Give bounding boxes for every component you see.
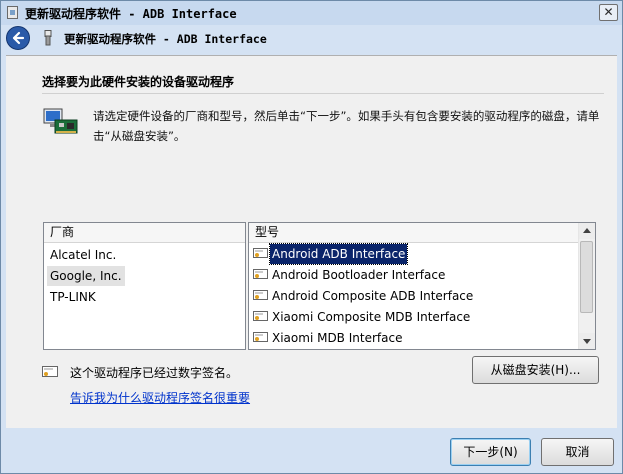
certificate-icon: [253, 269, 268, 279]
certificate-icon: [253, 248, 268, 258]
scroll-up-button[interactable]: [579, 223, 595, 239]
certificate-icon: [253, 311, 268, 321]
model-item-label: Xiaomi MDB Interface: [272, 331, 403, 345]
back-arrow-icon: [12, 31, 25, 45]
signed-certificate-icon: [42, 366, 58, 377]
certificate-icon: [253, 290, 268, 300]
divider: [42, 93, 604, 94]
window-title: 更新驱动程序软件 - ADB Interface: [25, 7, 237, 21]
header-title: 更新驱动程序软件 - ADB Interface: [64, 32, 267, 46]
wizard-content: 选择要为此硬件安装的设备驱动程序 请选定硬件设备的厂商和型号，然后单击“下一步”…: [6, 55, 617, 428]
certificate-icon: [253, 332, 268, 342]
usb-device-icon: [44, 30, 52, 46]
model-list[interactable]: 型号 Android ADB Interface Android Bootloa…: [248, 222, 596, 350]
signature-info-link[interactable]: 告诉我为什么驱动程序签名很重要: [70, 389, 250, 406]
cancel-button[interactable]: 取消: [541, 438, 614, 466]
model-item-label: Android Bootloader Interface: [272, 268, 446, 282]
arrow-up-icon: [583, 228, 591, 233]
manufacturer-item-selected[interactable]: Google, Inc.: [47, 266, 125, 286]
model-item-label: Android Composite ADB Interface: [272, 289, 474, 303]
back-button[interactable]: [6, 26, 30, 50]
manufacturer-list[interactable]: 厂商 Alcatel Inc. Google, Inc. TP-LINK: [43, 222, 246, 350]
manufacturer-column-header: 厂商: [44, 223, 245, 243]
dialog-footer: 下一步(N) 取消: [1, 429, 622, 473]
signature-status-text: 这个驱动程序已经过数字签名。: [70, 366, 239, 380]
wizard-header: 更新驱动程序软件 - ADB Interface: [1, 25, 622, 52]
driver-update-dialog: 更新驱动程序软件 - ADB Interface ✕ 更新驱动程序软件 - AD…: [0, 0, 623, 474]
model-column-header: 型号: [249, 223, 579, 243]
manufacturer-item[interactable]: Alcatel Inc.: [47, 245, 119, 265]
window-app-icon: [7, 6, 18, 19]
have-disk-button[interactable]: 从磁盘安装(H)...: [472, 356, 599, 384]
page-heading: 选择要为此硬件安装的设备驱动程序: [42, 75, 235, 89]
close-button[interactable]: ✕: [599, 4, 618, 21]
model-item-label: Android ADB Interface: [268, 243, 409, 265]
model-item-label: Xiaomi Composite MDB Interface: [272, 310, 471, 324]
hardware-icon: [43, 108, 78, 134]
instruction-text: 请选定硬件设备的厂商和型号，然后单击“下一步”。如果手头有包含要安装的驱动程序的…: [93, 109, 600, 143]
manufacturer-item[interactable]: TP-LINK: [47, 287, 99, 307]
scroll-down-button[interactable]: [579, 333, 595, 349]
next-button[interactable]: 下一步(N): [450, 438, 531, 466]
model-list-scrollbar[interactable]: [578, 223, 595, 349]
title-bar[interactable]: 更新驱动程序软件 - ADB Interface ✕: [1, 1, 622, 25]
arrow-down-icon: [583, 339, 591, 344]
scroll-thumb[interactable]: [580, 241, 593, 313]
